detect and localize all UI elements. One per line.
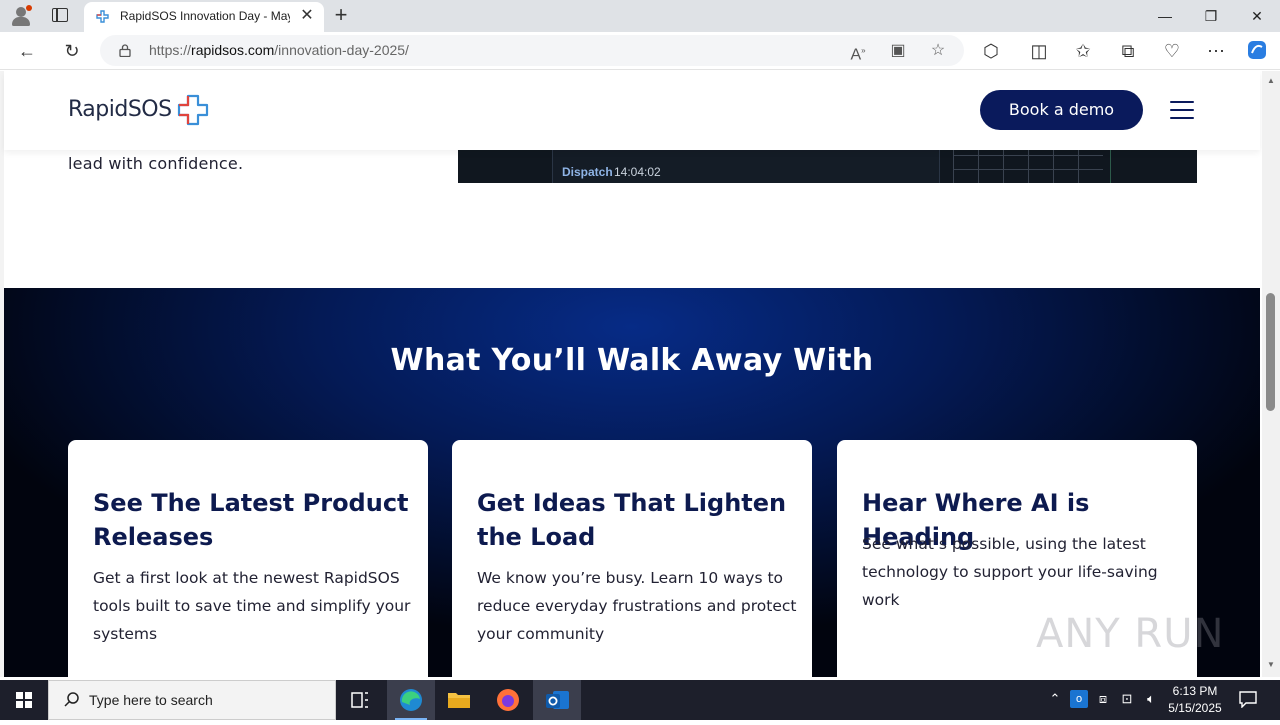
file-explorer-icon[interactable] — [435, 680, 483, 720]
card-title: Get Ideas That Lighten the Load — [477, 489, 787, 551]
taskbar-clock[interactable]: 6:13 PM 5/15/2025 — [1160, 683, 1230, 717]
scroll-down-icon[interactable]: ▼ — [1267, 661, 1275, 669]
hamburger-menu-icon[interactable] — [1170, 101, 1194, 120]
favorite-star-icon[interactable]: ☆ — [927, 40, 949, 62]
edge-taskbar-icon[interactable] — [387, 680, 435, 720]
refresh-icon[interactable]: ↻ — [61, 40, 83, 62]
outlook-icon[interactable] — [533, 680, 581, 720]
video-dispatch-time: 14:04:02 — [614, 165, 661, 179]
scroll-up-icon[interactable]: ▲ — [1267, 77, 1275, 85]
scrollbar-thumb[interactable] — [1266, 293, 1275, 411]
video-dispatch-label: Dispatch — [562, 165, 613, 179]
clock-date: 5/15/2025 — [1168, 701, 1222, 715]
more-options-icon[interactable]: ⋯ — [1205, 40, 1227, 62]
network-icon[interactable]: ⊡ — [1118, 690, 1136, 708]
browser-essentials-icon[interactable]: ♡ — [1161, 40, 1183, 62]
notifications-icon[interactable] — [1238, 690, 1258, 708]
hero-text-fragment: lead with confidence. — [68, 154, 244, 173]
address-bar[interactable]: https://rapidsos.com/innovation-day-2025… — [100, 35, 964, 66]
section-title: What You’ll Walk Away With — [390, 343, 874, 378]
clock-time: 6:13 PM — [1172, 684, 1218, 698]
split-screen-icon[interactable]: ◫ — [1028, 40, 1050, 62]
card-body: Get a first look at the newest RapidSOS … — [93, 569, 411, 643]
show-hidden-icons-icon[interactable]: ⌃ — [1046, 690, 1064, 708]
url-text[interactable]: https://rapidsos.com/innovation-day-2025… — [149, 42, 409, 58]
tab-actions-icon[interactable] — [52, 8, 68, 22]
book-demo-button[interactable]: Book a demo — [980, 90, 1143, 130]
card-body: See what’s possible, using the latest te… — [862, 535, 1158, 609]
read-aloud-icon[interactable]: A» — [847, 40, 869, 63]
back-arrow-icon[interactable]: ← — [16, 40, 38, 62]
firefox-icon[interactable] — [484, 680, 532, 720]
site-header: RapidSOS Book a demo — [4, 71, 1260, 150]
search-placeholder: Type here to search — [89, 692, 213, 708]
rapidsos-logo-icon[interactable] — [176, 93, 210, 127]
rapidsos-favicon-icon — [96, 10, 109, 23]
tab-close-icon[interactable]: ✕ — [298, 7, 316, 25]
favorites-icon[interactable]: ✩ — [1072, 40, 1094, 62]
volume-icon[interactable]: 🔈︎ — [1142, 690, 1160, 708]
card-body: We know you’re busy. Learn 10 ways to re… — [477, 569, 797, 643]
browser-tab-bar: RapidSOS Innovation Day - May ✕ + — ❐ ✕ — [0, 0, 1280, 32]
task-view-icon[interactable] — [336, 680, 384, 720]
immersive-reader-icon[interactable]: ▣ — [887, 40, 909, 62]
card-title: See The Latest Product Releases — [93, 489, 409, 551]
anyrun-watermark: ANY RUN — [1036, 611, 1225, 657]
minimize-icon[interactable]: — — [1150, 4, 1180, 28]
page-viewport: lead with confidence. Dispatch 14:04:02 … — [0, 71, 1262, 677]
tray-app-icon[interactable]: ⧈ — [1094, 690, 1112, 708]
taskbar-search-box[interactable]: Type here to search — [48, 680, 336, 720]
windows-taskbar: Type here to search ⌃ o ⧈ ⊡ 🔈︎ 6:13 PM 5… — [0, 680, 1280, 720]
window-close-icon[interactable]: ✕ — [1242, 4, 1272, 28]
card-product-releases: See The Latest Product Releases Get a fi… — [68, 440, 428, 677]
copilot-icon[interactable] — [1246, 39, 1268, 61]
collections-icon[interactable]: ⧉ — [1117, 40, 1139, 62]
search-icon — [64, 692, 79, 707]
browser-nav-bar: ← ↻ https://rapidsos.com/innovation-day-… — [0, 32, 1280, 70]
profile-avatar-icon[interactable] — [10, 5, 32, 27]
windows-start-icon[interactable] — [0, 680, 48, 720]
new-tab-icon[interactable]: + — [330, 4, 352, 26]
tab-title: RapidSOS Innovation Day - May — [120, 9, 290, 23]
card-lighten-load: Get Ideas That Lighten the Load We know … — [452, 440, 812, 677]
restore-icon[interactable]: ❐ — [1196, 4, 1226, 28]
outlook-tray-icon[interactable]: o — [1070, 690, 1088, 708]
page-scrollbar[interactable]: ▲ ▼ — [1262, 71, 1280, 677]
lock-icon[interactable] — [119, 44, 131, 57]
browser-tab-active[interactable]: RapidSOS Innovation Day - May ✕ — [84, 2, 324, 32]
rapidsos-logo-text[interactable]: RapidSOS — [68, 97, 172, 122]
extensions-icon[interactable]: ⬡ — [980, 40, 1002, 62]
